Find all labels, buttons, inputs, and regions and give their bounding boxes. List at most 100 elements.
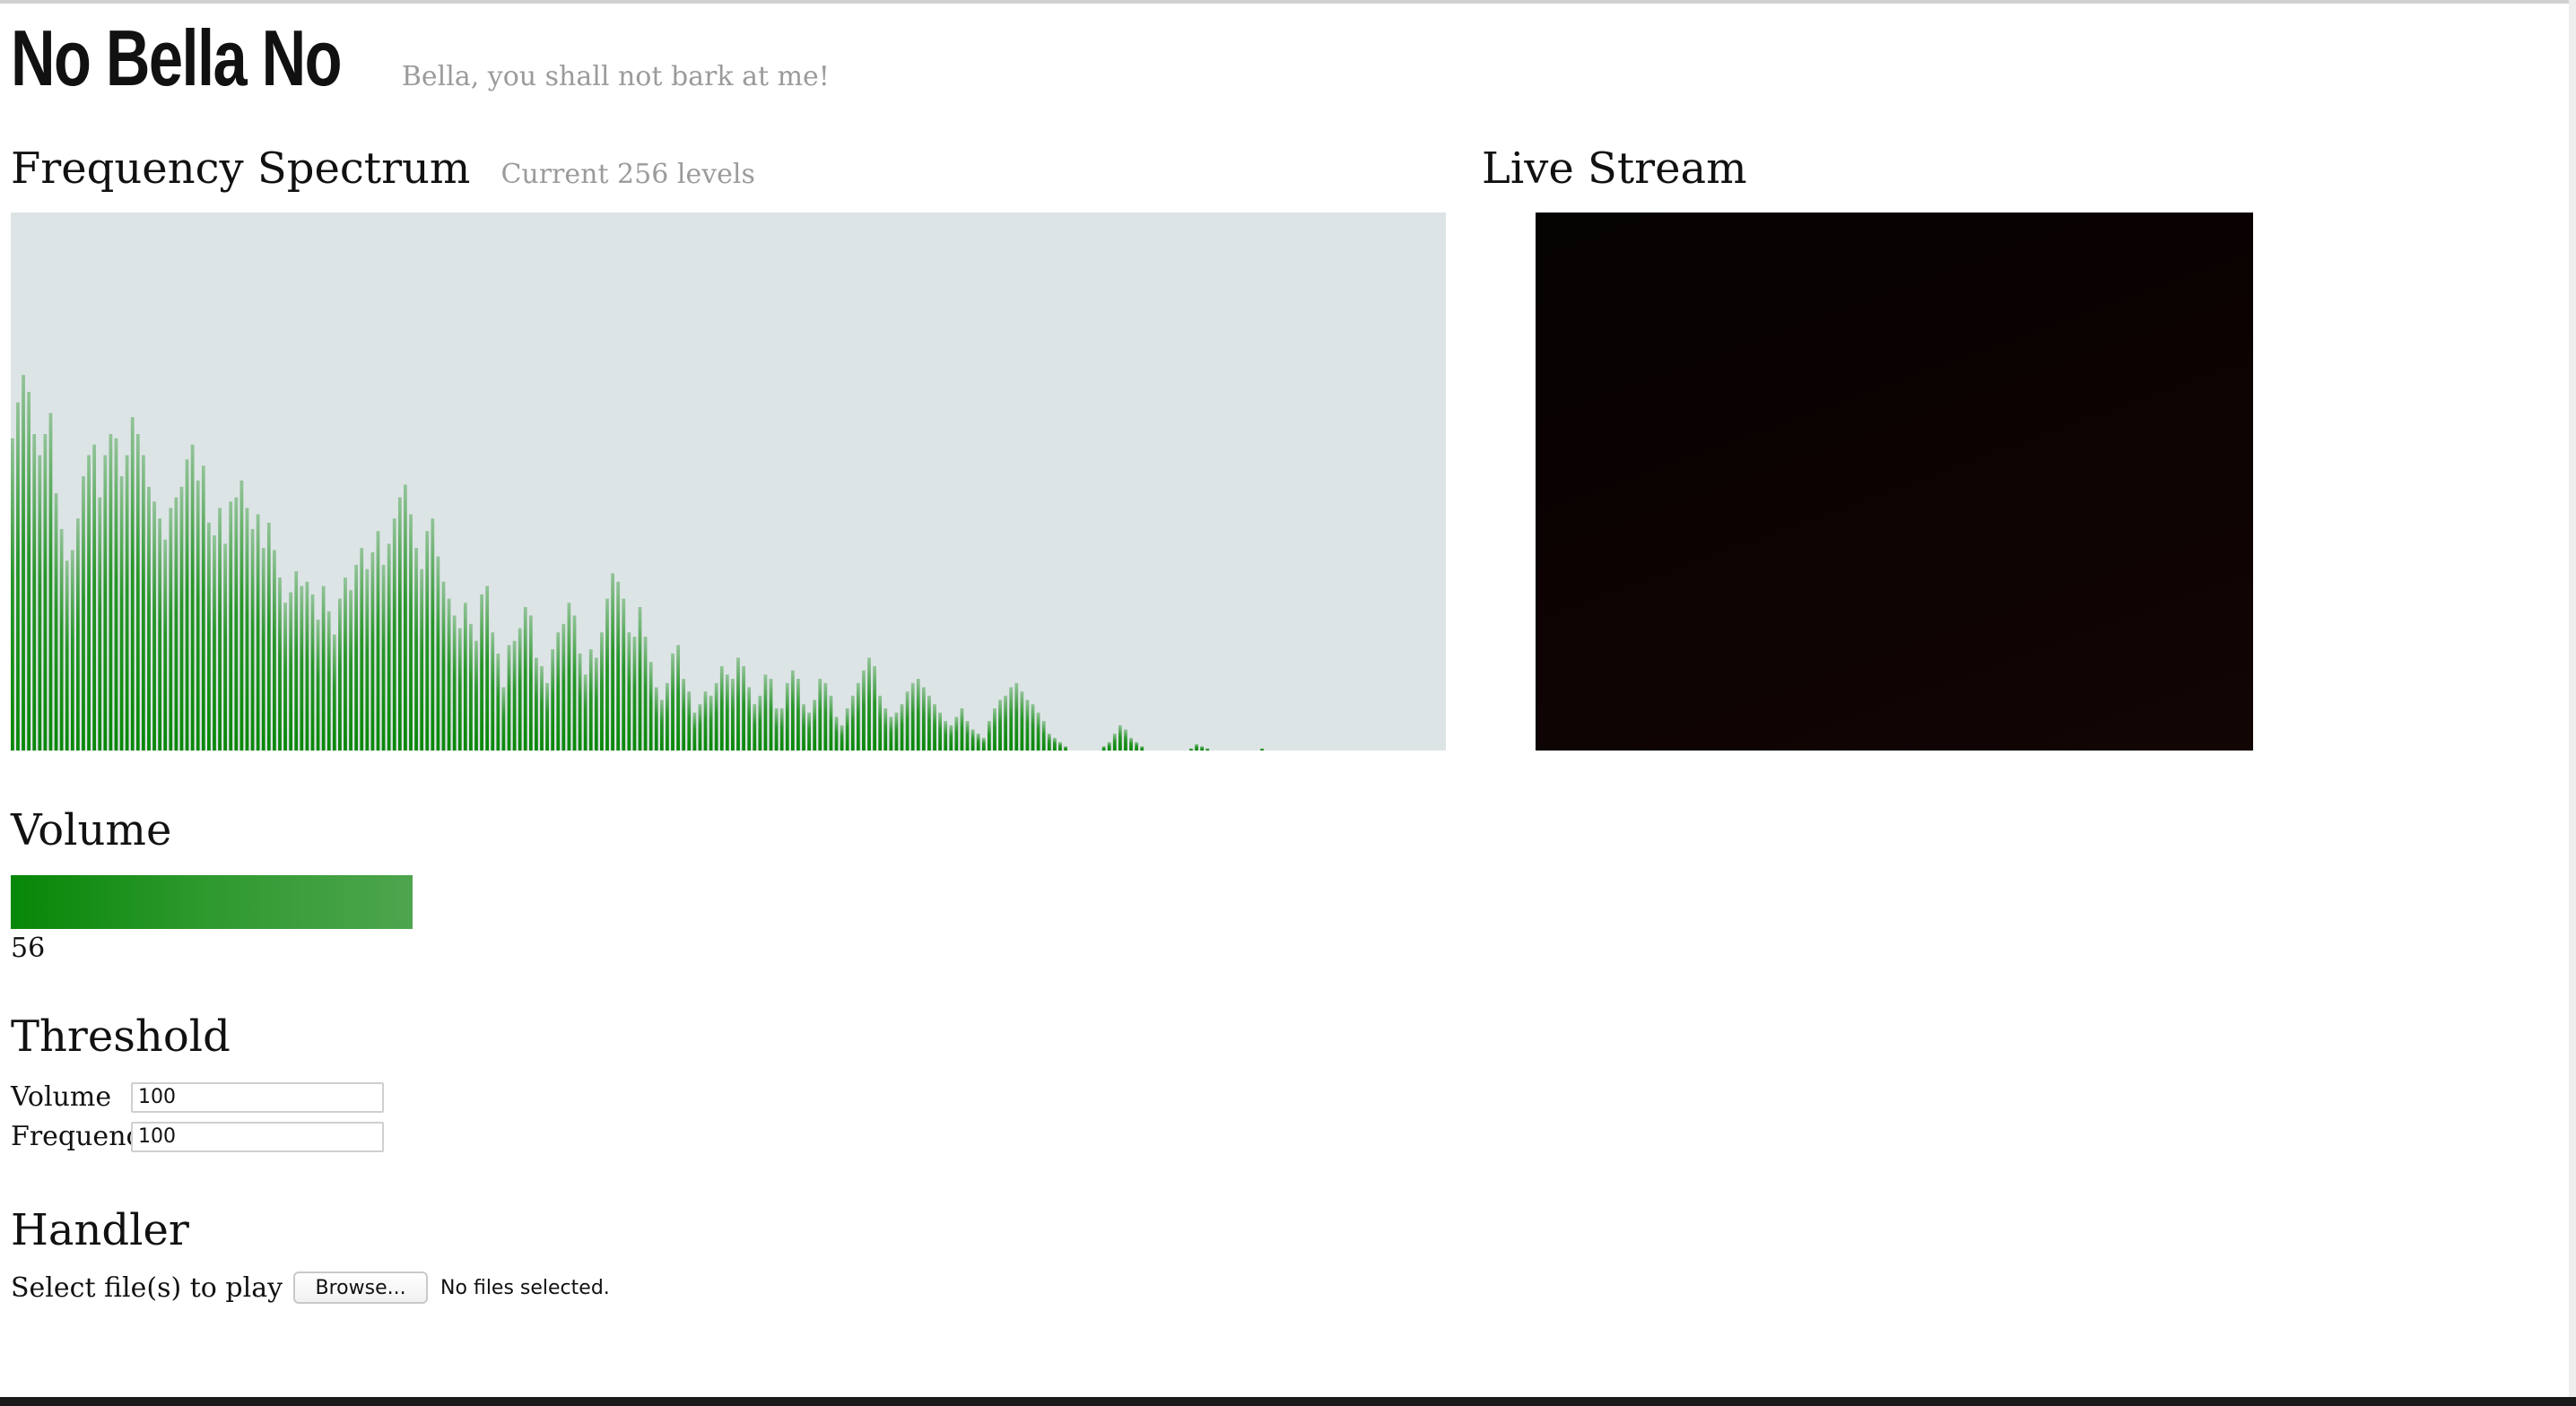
file-status-text: No files selected. [440,1276,610,1299]
spectrum-bar [605,598,609,751]
page-title: No Bella No [11,13,343,102]
volume-meter-fill [11,875,413,929]
spectrum-bar [736,657,740,751]
spectrum-bar [70,550,74,751]
spectrum-bar [54,492,58,751]
threshold-frequency-row: Frequency [11,1121,384,1152]
spectrum-bar [16,402,20,751]
spectrum-bar [987,721,991,751]
spectrum-bar [266,522,271,751]
window-bottom-bar [0,1397,2576,1406]
spectrum-bar [1118,725,1122,751]
spectrum-bar [223,543,228,751]
spectrum-bar [856,682,860,751]
spectrum-bar [239,480,244,751]
spectrum-bar [404,484,407,751]
spectrum-bar [802,704,805,751]
spectrum-bar [38,455,42,751]
spectrum-bar [213,535,216,751]
spectrum-bar [556,632,561,751]
spectrum-bar [518,628,522,751]
spectrum-bar [1009,687,1014,751]
spectrum-bar [742,665,745,751]
spectrum-bar [92,444,97,751]
spectrum-bar [921,687,926,751]
threshold-title: Threshold [11,1011,231,1062]
spectrum-bar [1135,742,1138,751]
spectrum-bar [1020,691,1024,751]
file-picker-row: Select file(s) to play Browse... No file… [11,1271,610,1304]
spectrum-bar [600,632,604,751]
spectrum-bar [638,607,642,751]
spectrum-bar [392,518,396,751]
spectrum-bar [179,486,184,751]
spectrum-bar [207,522,211,751]
spectrum-bar [1140,746,1144,751]
frequency-spectrum-chart [11,213,1446,751]
spectrum-bar [1189,748,1193,751]
spectrum-bar [234,497,239,751]
spectrum-bar [125,455,129,751]
browse-button[interactable]: Browse... [293,1271,429,1304]
volume-meter [11,875,413,929]
spectrum-bar [447,598,451,751]
spectrum-bar [283,603,287,751]
spectrum-bar [278,577,282,751]
spectrum-bar [22,375,25,751]
spectrum-bar [169,508,173,751]
spectrum-bar [763,674,768,751]
spectrum-bar [666,682,669,751]
spectrum-subtitle: Current 256 levels [500,159,755,190]
spectrum-bar [376,531,380,751]
spectrum-bar [567,603,571,751]
spectrum-bar [480,594,483,751]
spectrum-bar [659,699,664,751]
spectrum-bar [425,531,430,751]
spectrum-bar [250,528,255,751]
spectrum-bar [27,392,31,751]
spectrum-bar [501,687,506,751]
spectrum-bar [894,712,899,751]
spectrum-bar [1004,695,1007,751]
spectrum-bar [594,657,598,751]
spectrum-bar [643,636,648,751]
threshold-frequency-input[interactable] [131,1121,384,1152]
spectrum-bar [1036,712,1040,751]
spectrum-bar [163,539,168,751]
spectrum-bar [719,665,724,751]
spectrum-bar [753,704,757,751]
spectrum-bar [523,607,527,751]
spectrum-bar [174,497,178,751]
spectrum-bar [109,434,113,751]
spectrum-bar [807,712,811,751]
spectrum-bar [338,598,342,751]
spectrum-bar [11,438,14,751]
spectrum-bar [491,632,495,751]
spectrum-bar [1260,748,1264,751]
spectrum-bar [785,682,789,751]
spectrum-bar [905,691,909,751]
spectrum-bar [1014,682,1019,751]
spectrum-bar [1025,699,1030,751]
spectrum-bar [954,716,959,751]
spectrum-bar [316,620,320,751]
spectrum-bar [152,501,156,751]
spectrum-bar [698,704,702,751]
spectrum-bar [551,649,555,751]
threshold-frequency-label: Frequency [11,1121,157,1152]
spectrum-bar [998,699,1002,751]
spectrum-bar [796,679,800,751]
spectrum-bar [976,733,980,751]
live-stream-video[interactable] [1536,213,2253,751]
spectrum-bar [201,465,205,751]
spectrum-bar [535,657,538,751]
spectrum-bar [938,712,942,751]
threshold-volume-input[interactable] [131,1081,384,1113]
spectrum-bar [632,636,637,751]
spectrum-bar [1124,729,1127,751]
spectrum-bar [142,455,145,751]
spectrum-bar [873,665,876,751]
spectrum-bar [87,455,91,751]
window-top-border [0,0,2576,4]
spectrum-bar [82,476,85,751]
